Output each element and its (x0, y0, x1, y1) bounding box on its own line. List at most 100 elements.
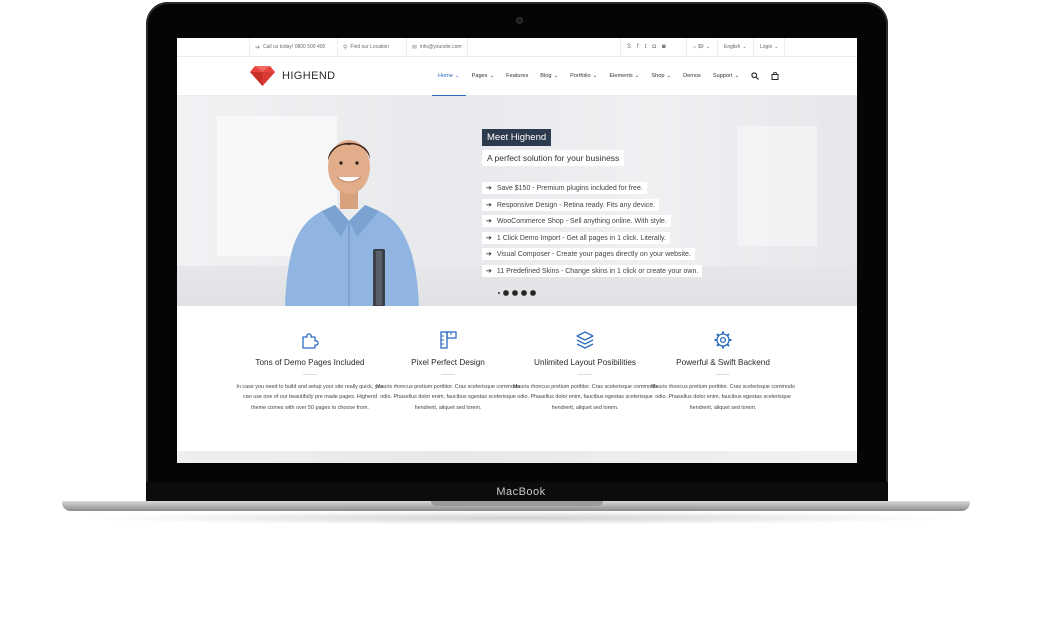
list-item: ➔ WooCommerce Shop - Sell anything online… (482, 215, 671, 228)
list-item: ➔ Visual Composer - Create your pages dir… (482, 248, 695, 261)
feature-title: Powerful & Swift Backend (676, 358, 770, 367)
cart-currency[interactable]: ⌂ $0 ⌄ (686, 38, 716, 56)
nav-label: Elements (609, 73, 633, 79)
twitter-icon[interactable]: t (645, 44, 647, 50)
slider-dot[interactable] (512, 290, 518, 296)
bullet-text: WooCommerce Shop - Sell anything online.… (496, 218, 667, 226)
bag-icon: ⌂ (693, 44, 697, 50)
layers-icon (576, 331, 594, 349)
hero-slider: Meet Highend A perfect solution for your… (177, 96, 857, 306)
nav-blog[interactable]: Blog ⌄ (534, 57, 564, 95)
phone-icon: ➔ (255, 44, 261, 51)
mail-icon: ✉ (412, 44, 418, 51)
nav-portfolio[interactable]: Portfolio ⌄ (564, 57, 603, 95)
nav-label: Home (438, 73, 453, 79)
divider (716, 374, 730, 375)
chevron-down-icon: ⌄ (774, 44, 779, 50)
nav-label: Features (506, 73, 529, 79)
website-screen: ➔ Call us today! 0800 500 400 ⚲ Find our… (177, 38, 857, 463)
device-brand: MacBook (496, 486, 546, 498)
slider-dot[interactable] (498, 292, 500, 294)
feature-description: Mauris rhoncus pretium porttitor. Cras s… (375, 384, 521, 411)
instagram-icon[interactable]: ◘ (652, 44, 656, 50)
logo-gem-icon[interactable] (250, 66, 275, 86)
nav-home[interactable]: Home ⌄ (432, 57, 466, 96)
camera-icon (516, 17, 523, 24)
features-section: Tons of Demo Pages Included In case you … (177, 306, 857, 451)
puzzle-icon (302, 333, 319, 349)
divider (303, 374, 317, 375)
login-link[interactable]: Login ⌄ (753, 38, 786, 56)
slider-dot[interactable] (503, 290, 509, 296)
hero-person-image (285, 140, 419, 306)
cart-button[interactable] (765, 57, 785, 95)
chevron-down-icon: ⌄ (553, 73, 559, 79)
feature-title: Pixel Perfect Design (411, 358, 485, 367)
arrow-right-icon: ➔ (486, 234, 492, 242)
nav-label: Blog (540, 73, 552, 79)
feature-description: Mauris rhoncus pretium porttitor. Cras s… (512, 384, 658, 411)
cart-icon (771, 72, 779, 80)
location-text: Find our Location (350, 44, 390, 50)
email-link[interactable]: ✉ info@yoursite.com (406, 38, 468, 56)
list-item: ➔ 1 Click Demo Import - Get all pages in … (482, 231, 670, 244)
slider-pagination (498, 290, 536, 296)
list-item: ➔ 11 Predefined Skins - Change skins in 1… (482, 264, 703, 277)
divider (578, 374, 592, 375)
feature-card: Pixel Perfect Design Mauris rhoncus pret… (373, 330, 523, 413)
feature-description: In case you need to build and setup your… (236, 384, 384, 411)
chevron-down-icon: ⌄ (705, 44, 710, 50)
language-text: English (724, 44, 741, 50)
feature-card: Tons of Demo Pages Included In case you … (235, 330, 385, 413)
nav-label: Demos (683, 73, 701, 79)
hero-subtitle: A perfect solution for your business (482, 150, 625, 166)
chevron-down-icon: ⌄ (634, 73, 640, 79)
nav-features[interactable]: Features (500, 57, 534, 95)
divider (441, 374, 455, 375)
top-bar: ➔ Call us today! 0800 500 400 ⚲ Find our… (177, 38, 857, 57)
ruler-icon (440, 331, 457, 349)
feature-title: Unlimited Layout Posibilities (534, 358, 636, 367)
feature-description: Mauris rhoncus pretium porttitor. Cras s… (650, 384, 796, 411)
map-pin-icon: ⚲ (343, 44, 348, 51)
bullet-text: Save $150 - Premium plugins included for… (496, 185, 643, 192)
arrow-right-icon: ➔ (486, 185, 492, 192)
login-text: Login (760, 44, 773, 50)
phone-text: Call us today! 0800 500 400 (263, 44, 326, 50)
chevron-down-icon: ⌄ (592, 73, 598, 79)
social-links: S f t ◘ ◙ (620, 38, 672, 56)
bullet-text: Visual Composer - Create your pages dire… (496, 251, 691, 259)
slider-dot[interactable] (521, 290, 527, 296)
arrow-right-icon: ➔ (486, 201, 492, 209)
email-text: info@yoursite.com (420, 44, 462, 50)
nav-shop[interactable]: Shop ⌄ (645, 57, 677, 95)
phone-info: ➔ Call us today! 0800 500 400 (249, 38, 330, 56)
chevron-down-icon: ⌄ (454, 73, 460, 79)
list-item: ➔ Responsive Design - Retina ready. Fits … (482, 198, 660, 211)
nav-elements[interactable]: Elements ⌄ (603, 57, 645, 95)
next-section-preview (177, 451, 857, 463)
nav-support[interactable]: Support ⌄ (707, 57, 745, 95)
dribbble-icon[interactable]: ◙ (662, 44, 666, 50)
location-link[interactable]: ⚲ Find our Location (337, 38, 394, 56)
bullet-text: Responsive Design - Retina ready. Fits a… (496, 201, 656, 209)
nav-demos[interactable]: Demos (677, 57, 707, 95)
search-button[interactable] (745, 57, 765, 95)
hero-bullets: ➔ Save $150 - Premium plugins included fo… (482, 182, 703, 282)
main-nav: Home ⌄ Pages ⌄ Features Blog ⌄ Portfolio ⌄ E… (432, 57, 785, 96)
chevron-down-icon: ⌄ (666, 73, 672, 79)
arrow-right-icon: ➔ (486, 267, 492, 275)
language-select[interactable]: English ⌄ (717, 38, 753, 56)
nav-pages[interactable]: Pages ⌄ (466, 57, 501, 95)
feature-title: Tons of Demo Pages Included (255, 358, 365, 367)
slider-dot[interactable] (530, 290, 536, 296)
feature-card: Powerful & Swift Backend Mauris rhoncus … (648, 330, 798, 413)
laptop-notch (431, 501, 603, 506)
logo-text[interactable]: HIGHEND (282, 70, 336, 82)
facebook-icon[interactable]: f (637, 44, 639, 50)
arrow-right-icon: ➔ (486, 218, 492, 226)
skype-icon[interactable]: S (627, 44, 631, 50)
nav-label: Support (712, 73, 733, 79)
currency-text: $0 (698, 44, 704, 50)
site-header: HIGHEND Home ⌄ Pages ⌄ Features Blog ⌄ Port… (177, 57, 857, 96)
